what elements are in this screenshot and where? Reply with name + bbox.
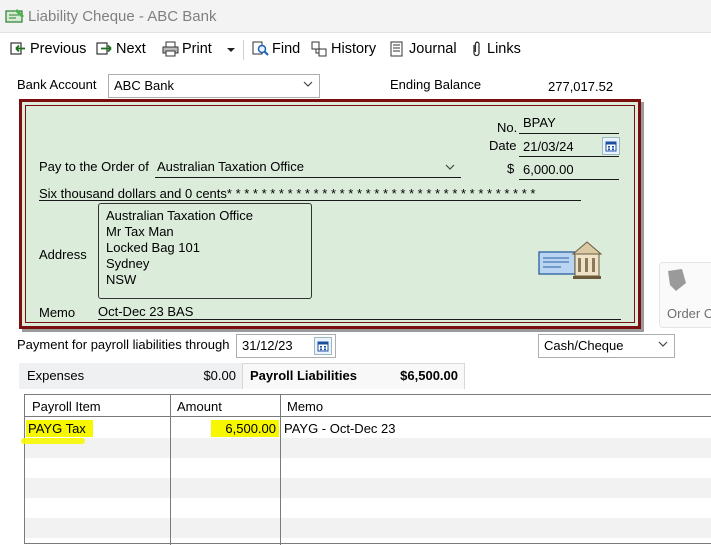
print-label: Print [182,41,212,57]
memo-label: Memo [39,305,76,320]
payroll-item-cell[interactable]: PAYG Tax [28,421,86,436]
previous-icon [10,42,25,55]
amount-words-underline [39,200,581,201]
address-label: Address [39,247,87,262]
amount-in-words: Six thousand dollars and 0 cents* * * * … [39,186,536,201]
column-header-memo[interactable]: Memo [287,399,323,414]
column-header-amount[interactable]: Amount [177,399,222,414]
column-divider [280,395,281,545]
payment-method-select[interactable]: Cash/Cheque [538,334,675,358]
history-label: History [331,41,377,57]
next-button[interactable]: Next [96,40,152,60]
table-row[interactable] [25,458,711,478]
next-label: Next [116,41,146,57]
previous-button[interactable]: Previous [10,40,88,60]
pay-to-underline [155,177,461,178]
history-button[interactable]: History [311,40,381,60]
history-icon [311,41,327,57]
memo-underline [98,319,621,320]
ending-balance-label: Ending Balance [390,77,482,92]
payroll-through-label: Payment for payroll liabilities through [17,337,230,352]
pay-to-label: Pay to the Order of [39,159,149,174]
column-header-payroll-item[interactable]: Payroll Item [32,399,101,414]
toolbar: Previous Next Print Find History Journal… [0,33,711,67]
date-underline [519,156,619,157]
table-row[interactable] [25,438,711,458]
pay-to-value: Australian Taxation Office [157,159,304,174]
date-label: Date [489,138,517,153]
calendar-icon [605,141,617,152]
highlight-marker [21,438,85,444]
bank-account-value: ABC Bank [114,78,174,93]
amount-cell[interactable]: 6,500.00 [171,421,276,436]
chevron-down-icon [303,81,313,87]
address-line: NSW [106,272,137,287]
next-icon [96,42,112,55]
cheque-no-label: No. [497,120,518,135]
dollar-sign: $ [507,161,515,176]
chevron-down-icon [445,164,455,170]
tab-expenses-amount: $0.00 [203,368,236,383]
amount-field[interactable]: 6,000.00 [523,162,574,177]
payroll-items-table: Payroll Item Amount Memo PAYG Tax 6,500.… [21,394,711,545]
payroll-through-date: 31/12/23 [242,338,293,353]
tab-expenses-label: Expenses [27,368,85,383]
table-header: Payroll Item Amount Memo [25,395,711,417]
order-icon [668,269,686,291]
address-line: Mr Tax Man [106,224,174,239]
address-line: Locked Bag 101 [106,240,200,255]
table-row[interactable] [25,518,711,538]
find-button[interactable]: Find [252,40,302,60]
find-label: Find [272,41,301,57]
paperclip-icon [473,41,480,57]
date-calendar-button[interactable] [602,137,620,155]
cheque-app-icon [5,9,24,23]
address-line: Sydney [106,256,150,271]
payment-method-value: Cash/Cheque [544,338,624,353]
date-field[interactable]: 21/03/24 [523,139,574,154]
order-card[interactable]: Order C [659,262,711,328]
print-dropdown-button[interactable] [226,40,238,60]
pay-to-select[interactable]: Australian Taxation Office [155,155,461,177]
memo-field[interactable]: Oct-Dec 23 BAS [98,304,193,319]
links-label: Links [487,41,521,57]
column-divider [170,395,171,545]
amount-underline [519,179,619,180]
bank-account-label: Bank Account [17,77,97,92]
table-row[interactable] [25,498,711,518]
journal-icon [390,41,403,57]
find-icon [252,41,269,56]
tab-expenses[interactable]: Expenses $0.00 [19,363,242,389]
table-row[interactable] [25,478,711,498]
address-line: Australian Taxation Office [106,208,253,223]
ending-balance-value: 277,017.52 [548,79,614,94]
journal-button[interactable]: Journal [389,40,457,60]
chevron-down-icon [658,341,668,347]
address-textarea[interactable]: Australian Taxation Office Mr Tax Man Lo… [98,203,312,299]
bank-cheque-icon [538,241,603,279]
memo-cell[interactable]: PAYG - Oct-Dec 23 [284,421,396,436]
cheque-no-field[interactable]: BPAY [523,115,556,130]
window-title: Liability Cheque - ABC Bank [28,8,217,25]
bank-account-select[interactable]: ABC Bank [108,74,320,98]
previous-label: Previous [30,41,87,57]
printer-icon [162,41,179,57]
order-card-label: Order C [667,306,711,321]
toolbar-separator [243,40,244,60]
print-button[interactable]: Print [162,40,218,60]
calendar-icon [317,341,329,352]
journal-label: Journal [409,41,457,57]
table-row[interactable]: PAYG Tax 6,500.00 PAYG - Oct-Dec 23 [25,418,711,438]
dropdown-arrow-icon [227,48,235,52]
through-calendar-button[interactable] [314,337,332,355]
cheque-form: No. BPAY Date 21/03/24 Pay to the Order … [19,99,641,329]
tab-payroll-liabilities-label: Payroll Liabilities [250,368,357,383]
title-bar: Liability Cheque - ABC Bank [0,0,711,33]
tab-payroll-liabilities-amount: $6,500.00 [400,368,458,383]
cheque-no-underline [519,133,619,134]
tab-payroll-liabilities[interactable]: Payroll Liabilities $6,500.00 [242,363,465,389]
payroll-through-date-field[interactable]: 31/12/23 [236,334,336,358]
links-button[interactable]: Links [468,40,522,60]
